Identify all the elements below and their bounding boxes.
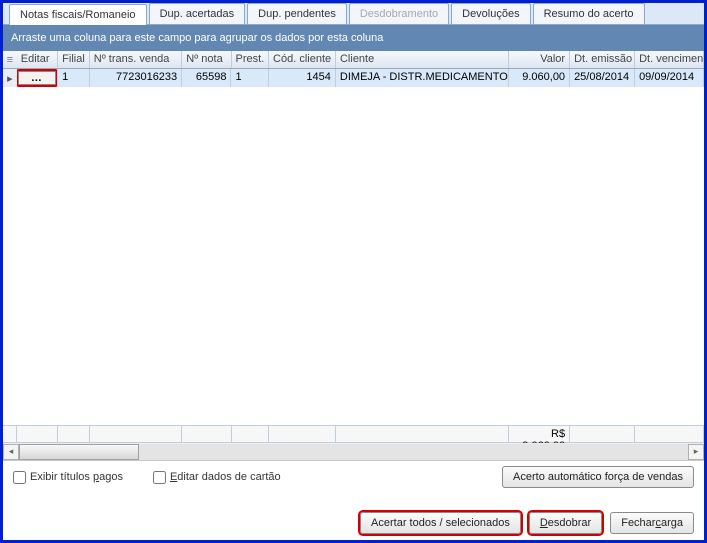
cell-trans: 7723016233: [90, 69, 183, 87]
bottom-button-row: Acertar todos / selecionados Desdobrar F…: [3, 512, 704, 534]
summary-valor: R$ 9.060,00: [509, 426, 570, 442]
tab-desdobramento: Desdobramento: [349, 3, 449, 24]
acerto-auto-forca-button[interactable]: Acerto automático força de vendas: [502, 466, 694, 488]
grid-header: ≡ Editar Filial Nº trans. venda Nº nota …: [3, 51, 704, 69]
row-indicator-icon: ▸: [3, 69, 17, 87]
col-dt-vencimento[interactable]: Dt. venciment: [635, 51, 704, 68]
scroll-right-icon[interactable]: ▸: [688, 444, 704, 460]
checkbox-exibir-pagos-input[interactable]: [13, 471, 26, 484]
cell-cliente: DIMEJA - DISTR.MEDICAMENTO: [336, 69, 509, 87]
horizontal-scrollbar[interactable]: ◂ ▸: [3, 443, 704, 461]
col-cliente[interactable]: Cliente: [336, 51, 509, 68]
cell-prest: 1: [231, 69, 268, 87]
col-valor[interactable]: Valor: [509, 51, 570, 68]
group-by-bar[interactable]: Arraste uma coluna para este campo para …: [3, 25, 704, 51]
grid-body: ▸ … 1 7723016233 65598 1 1454 DIMEJA - D…: [3, 69, 704, 425]
checkbox-editar-cartao-label: Editar dados de cartão: [170, 471, 281, 483]
checkbox-exibir-pagos[interactable]: Exibir títulos pagos: [13, 471, 123, 484]
tab-dup-pendentes[interactable]: Dup. pendentes: [247, 3, 347, 24]
cell-emissao: 25/08/2014: [570, 69, 635, 87]
tab-dup-acertadas[interactable]: Dup. acertadas: [149, 3, 246, 24]
scroll-track[interactable]: [19, 444, 688, 460]
tab-notas-fiscais[interactable]: Notas fiscais/Romaneio: [9, 4, 147, 25]
col-filial[interactable]: Filial: [58, 51, 90, 68]
scroll-left-icon[interactable]: ◂: [3, 444, 19, 460]
col-nota[interactable]: Nº nota: [182, 51, 231, 68]
scroll-thumb[interactable]: [19, 444, 139, 460]
window-frame: Notas fiscais/Romaneio Dup. acertadas Du…: [0, 0, 707, 543]
checkbox-editar-cartao-input[interactable]: [153, 471, 166, 484]
col-dt-emissao[interactable]: Dt. emissão: [570, 51, 635, 68]
col-prest[interactable]: Prest.: [232, 51, 269, 68]
col-trans-venda[interactable]: Nº trans. venda: [90, 51, 183, 68]
col-cod-cliente[interactable]: Cód. cliente: [269, 51, 336, 68]
cell-nota: 65598: [182, 69, 231, 87]
cell-codc: 1454: [269, 69, 336, 87]
cell-venc: 09/09/2014: [635, 69, 704, 87]
desdobrar-button[interactable]: Desdobrar: [529, 512, 602, 534]
edit-row-button[interactable]: …: [18, 71, 56, 85]
tab-resumo-acerto[interactable]: Resumo do acerto: [533, 3, 645, 24]
cell-valor: 9.060,00: [509, 69, 570, 87]
acertar-todos-button[interactable]: Acertar todos / selecionados: [360, 512, 521, 534]
col-editar[interactable]: Editar: [17, 51, 58, 68]
checkbox-editar-cartao[interactable]: Editar dados de cartão: [153, 471, 281, 484]
tab-devolucoes[interactable]: Devoluções: [451, 3, 530, 24]
tab-bar: Notas fiscais/Romaneio Dup. acertadas Du…: [3, 3, 704, 25]
options-row: Exibir títulos pagos Editar dados de car…: [3, 461, 704, 493]
table-row[interactable]: ▸ … 1 7723016233 65598 1 1454 DIMEJA - D…: [3, 69, 704, 87]
summary-row: R$ 9.060,00: [3, 425, 704, 443]
cell-filial: 1: [58, 69, 90, 87]
fechar-carga-button[interactable]: Fechar carga: [610, 512, 694, 534]
checkbox-exibir-pagos-label: Exibir títulos pagos: [30, 471, 123, 483]
menu-indicator-icon[interactable]: ≡: [3, 51, 17, 68]
